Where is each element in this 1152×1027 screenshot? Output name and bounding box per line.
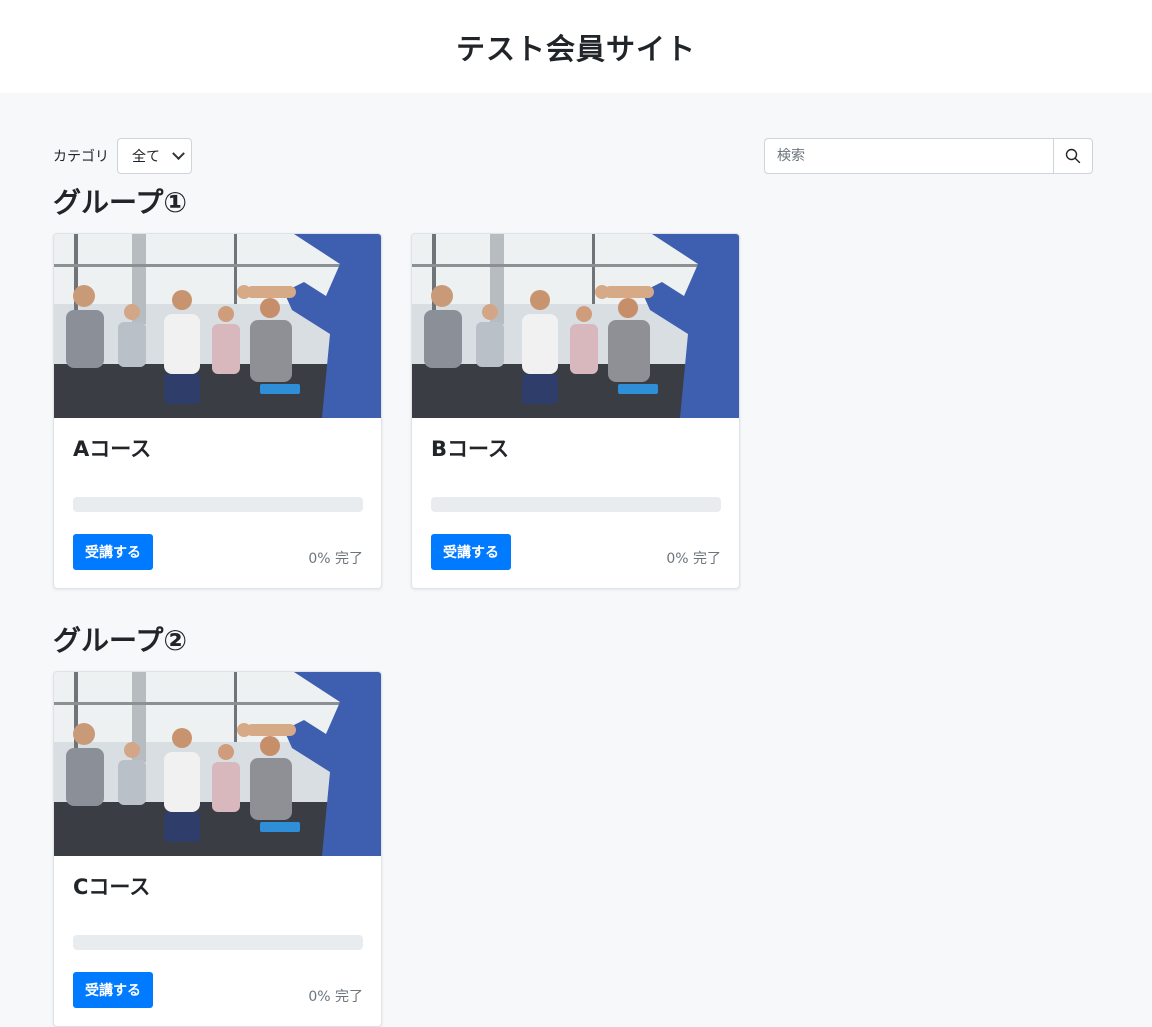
progress-bar (73, 497, 363, 512)
enroll-button[interactable]: 受講する (73, 534, 153, 570)
search-input[interactable] (764, 138, 1053, 174)
card-footer: 受講する 0% 完了 (73, 534, 363, 570)
course-group-2: グループ② Cコース 受講する 0% 完了 (53, 611, 1093, 1027)
toolbar: カテゴリ 全て (53, 93, 1093, 174)
course-card: Aコース 受講する 0% 完了 (53, 233, 382, 589)
progress-bar (73, 935, 363, 950)
category-filter: カテゴリ 全て (53, 138, 192, 174)
course-card-list: Cコース 受講する 0% 完了 (53, 671, 1093, 1027)
course-group-1: グループ① Aコース 受講する 0% 完了 Bコース 受講する 0% 完了 (53, 173, 1093, 589)
group-heading: グループ② (53, 624, 188, 657)
completion-text: 0% 完了 (308, 989, 363, 1005)
card-footer: 受講する 0% 完了 (431, 534, 721, 570)
site-title: テスト会員サイト (455, 31, 696, 66)
card-body: Cコース 受講する 0% 完了 (54, 856, 381, 1026)
course-thumbnail[interactable] (412, 234, 739, 418)
course-title: Bコース (431, 437, 509, 461)
course-card: Bコース 受講する 0% 完了 (411, 233, 740, 589)
card-body: Aコース 受講する 0% 完了 (54, 418, 381, 588)
search-bar (764, 138, 1093, 174)
course-thumbnail[interactable] (54, 234, 381, 418)
card-body: Bコース 受講する 0% 完了 (412, 418, 739, 588)
enroll-button[interactable]: 受講する (431, 534, 511, 570)
site-header: テスト会員サイト (0, 0, 1152, 93)
main-content: カテゴリ 全て グループ① (0, 93, 1152, 1027)
course-card-list: Aコース 受講する 0% 完了 Bコース 受講する 0% 完了 (53, 233, 1093, 589)
course-title: Aコース (73, 437, 152, 461)
course-thumbnail[interactable] (54, 672, 381, 856)
seminar-photo-icon (54, 672, 381, 856)
search-button[interactable] (1053, 138, 1093, 174)
completion-text: 0% 完了 (666, 551, 721, 567)
course-card: Cコース 受講する 0% 完了 (53, 671, 382, 1027)
completion-text: 0% 完了 (308, 551, 363, 567)
card-footer: 受講する 0% 完了 (73, 972, 363, 1008)
category-selected-value: 全て (132, 149, 160, 165)
category-label: カテゴリ (53, 149, 109, 165)
seminar-photo-icon (54, 234, 381, 418)
chevron-down-icon (172, 146, 185, 160)
category-select[interactable]: 全て (117, 138, 192, 174)
course-title: Cコース (73, 875, 151, 899)
progress-bar (431, 497, 721, 512)
enroll-button[interactable]: 受講する (73, 972, 153, 1008)
seminar-photo-icon (412, 234, 739, 418)
search-icon (1065, 148, 1081, 164)
group-heading: グループ① (53, 186, 188, 219)
